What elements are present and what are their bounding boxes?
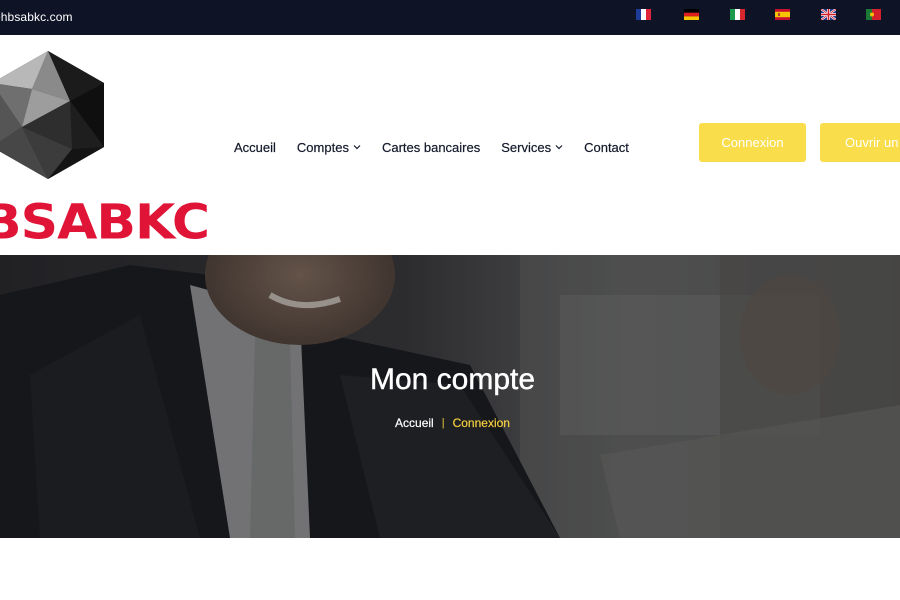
page-hero-banner: Mon compte Accueil | Connexion xyxy=(0,255,900,538)
flag-uk-icon[interactable] xyxy=(821,9,836,20)
nav-item-label: Comptes xyxy=(296,139,349,155)
flag-portugal-icon[interactable] xyxy=(866,9,881,20)
breadcrumb-separator: | xyxy=(441,417,445,429)
breadcrumb: Accueil | Connexion xyxy=(0,416,900,430)
login-button[interactable]: Connexion xyxy=(699,123,806,162)
nav-item-comptes[interactable]: Comptes xyxy=(296,139,361,155)
nav-item-services[interactable]: Services xyxy=(501,139,563,155)
nav-item-accueil[interactable]: Accueil xyxy=(234,139,276,155)
chevron-down-icon xyxy=(353,143,361,151)
site-logo[interactable]: BSABKC xyxy=(0,49,210,249)
dark-polyhedron-logo-icon xyxy=(0,51,104,179)
chevron-down-icon xyxy=(555,143,563,151)
nav-item-contact[interactable]: Contact xyxy=(584,139,629,155)
breadcrumb-home-link[interactable]: Accueil xyxy=(395,416,434,430)
nav-item-label: Contact xyxy=(584,139,629,155)
contact-email[interactable]: ehbsabkc.com xyxy=(0,10,73,24)
flag-france-icon[interactable] xyxy=(636,9,651,20)
open-account-button[interactable]: Ouvrir un compte xyxy=(820,123,900,162)
breadcrumb-current: Connexion xyxy=(452,416,510,430)
nav-item-label: Cartes bancaires xyxy=(381,139,481,155)
site-header: BSABKC Accueil Comptes Cartes bancaires … xyxy=(0,35,900,255)
logo-wordmark: BSABKC xyxy=(0,195,210,251)
main-navigation: Accueil Comptes Cartes bancaires Service… xyxy=(234,137,650,157)
nav-item-label: Accueil xyxy=(234,139,276,155)
page-title: Mon compte xyxy=(369,363,536,396)
flag-germany-icon[interactable] xyxy=(684,9,699,20)
page-content-area xyxy=(0,538,900,600)
nav-item-cartes-bancaires[interactable]: Cartes bancaires xyxy=(381,139,481,155)
flag-italy-icon[interactable] xyxy=(730,9,745,20)
flag-spain-icon[interactable] xyxy=(775,9,790,20)
top-bar: ehbsabkc.com xyxy=(0,0,900,35)
nav-item-label: Services xyxy=(501,139,552,155)
